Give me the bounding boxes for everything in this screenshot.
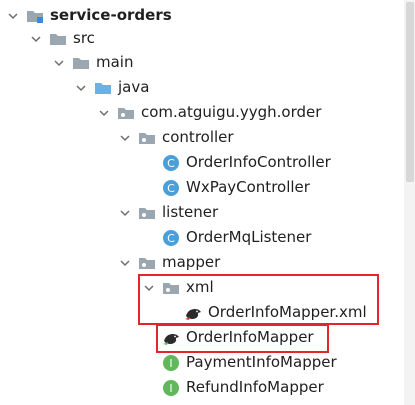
tree-item-label: listener — [162, 203, 219, 221]
folder-icon — [72, 55, 90, 71]
package-icon — [117, 105, 135, 121]
tree-item-label: RefundInfoMapper — [186, 378, 324, 396]
chevron-down-icon[interactable] — [118, 256, 132, 270]
scrollbar-thumb[interactable] — [406, 2, 414, 182]
highlight-box-xml — [138, 274, 379, 325]
tree-item-src[interactable]: src — [29, 26, 95, 51]
vertical-scrollbar[interactable] — [404, 0, 415, 405]
chevron-down-icon[interactable] — [6, 9, 20, 23]
tree-item-wx-pay-controller[interactable]: C WxPayController — [162, 175, 310, 200]
chevron-down-icon[interactable] — [97, 106, 111, 120]
svg-text:C: C — [167, 182, 175, 195]
interface-icon: I — [162, 379, 180, 396]
tree-item-listener[interactable]: listener — [118, 200, 218, 225]
tree-item-controller[interactable]: controller — [118, 125, 234, 150]
tree-item-label: controller — [162, 128, 234, 146]
package-icon — [138, 255, 156, 271]
chevron-down-icon[interactable] — [29, 32, 43, 46]
tree-item-label: OrderMqListener — [186, 228, 312, 246]
package-icon — [138, 130, 156, 146]
package-icon — [138, 205, 156, 221]
folder-icon — [49, 31, 67, 47]
tree-item-java[interactable]: java — [74, 75, 149, 100]
tree-item-payment-info-mapper[interactable]: I PaymentInfoMapper — [162, 350, 337, 375]
tree-item-label: PaymentInfoMapper — [186, 353, 337, 371]
tree-item-package-order[interactable]: com.atguigu.yygh.order — [97, 100, 321, 125]
tree-item-label: src — [73, 29, 95, 47]
chevron-down-icon[interactable] — [52, 56, 66, 70]
tree-item-order-info-controller[interactable]: C OrderInfoController — [162, 150, 331, 175]
svg-text:C: C — [167, 157, 175, 170]
tree-item-mapper[interactable]: mapper — [118, 250, 220, 275]
source-folder-icon — [94, 80, 112, 96]
project-tree: service-orders src main java com.atguigu… — [0, 0, 404, 405]
chevron-down-icon[interactable] — [74, 81, 88, 95]
interface-icon: I — [162, 354, 180, 371]
tree-item-service-orders[interactable]: service-orders — [6, 3, 172, 28]
tree-item-label: OrderInfoController — [186, 153, 331, 171]
chevron-down-icon[interactable] — [118, 131, 132, 145]
svg-text:I: I — [169, 357, 172, 370]
tree-item-order-mq-listener[interactable]: C OrderMqListener — [162, 225, 311, 250]
tree-item-label: main — [96, 53, 134, 71]
class-icon: C — [162, 179, 180, 196]
class-icon: C — [162, 229, 180, 246]
svg-text:C: C — [167, 232, 175, 245]
tree-item-label: WxPayController — [186, 178, 310, 196]
tree-item-refund-info-mapper[interactable]: I RefundInfoMapper — [162, 375, 324, 400]
tree-item-main[interactable]: main — [52, 50, 133, 75]
tree-item-label: java — [118, 78, 150, 96]
highlight-box-mapper — [156, 324, 329, 353]
tree-item-label: mapper — [162, 253, 221, 271]
class-icon: C — [162, 154, 180, 171]
chevron-down-icon[interactable] — [118, 206, 132, 220]
svg-text:I: I — [169, 382, 172, 395]
tree-item-label: service-orders — [50, 6, 172, 24]
tree-item-label: com.atguigu.yygh.order — [141, 103, 322, 121]
module-folder-icon — [26, 8, 44, 24]
